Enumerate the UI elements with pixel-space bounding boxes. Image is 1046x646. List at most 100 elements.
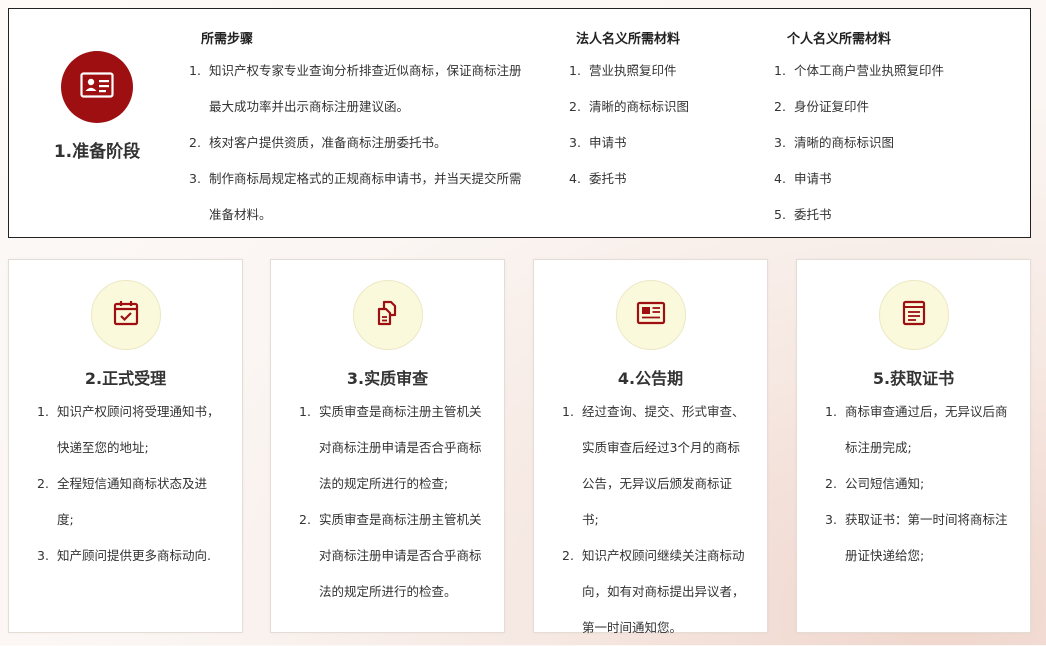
item-text: 知产顾问提供更多商标动向. — [57, 548, 211, 563]
item-text: 最大成功率并出示商标注册建议函。 — [209, 99, 410, 114]
prep-badge — [61, 51, 133, 123]
individual-materials-column: 个人名义所需材料 1. 个体工商户营业执照复印件 2. 身份证复印件 3. 清晰的商标… — [774, 28, 974, 233]
item-text: 实质审查是商标注册主管机关 — [319, 512, 482, 527]
item-text: 商标审查通过后，无异议后商 — [845, 404, 1008, 419]
item-text: 全程短信通知商标状态及进度; — [57, 476, 208, 527]
item-number: 2. — [569, 99, 581, 114]
corporate-materials-column: 法人名义所需材料 1. 营业执照复印件 2. 清晰的商标标识图 3. 申请书 4. 委托… — [569, 28, 739, 197]
prep-stage-title: 1.准备阶段 — [53, 142, 141, 162]
item-text: 第一时间通知您。 — [582, 620, 683, 635]
item-number: 1. — [569, 63, 581, 78]
item-text: 知识产权专家专业查询分析排查近似商标，保证商标注册 — [209, 63, 522, 78]
item-text: 实质审查是商标注册主管机关 — [319, 404, 482, 419]
item-number: 3. — [189, 171, 201, 186]
list-item: 1. 知识产权专家专业查询分析排查近似商标，保证商标注册 最大成功率并出示商标注… — [189, 53, 549, 125]
item-text: 委托书 — [794, 207, 832, 222]
steps-column: 所需步骤 1. 知识产权专家专业查询分析排查近似商标，保证商标注册 最大成功率并… — [189, 28, 549, 233]
list-item: 4. 申请书 — [774, 161, 974, 197]
item-number: 4. — [774, 171, 786, 186]
item-number: 3. — [825, 512, 837, 527]
list-item: 3. 制作商标局规定格式的正规商标申请书，并当天提交所需 准备材料。 — [189, 161, 549, 233]
item-text: 公司短信通知; — [845, 476, 925, 491]
item-text: 向，如有对商标提出异议者， — [582, 584, 745, 599]
item-number: 1. — [774, 63, 786, 78]
item-number: 2. — [189, 135, 201, 150]
card-icon-circle — [91, 280, 161, 350]
list-item: 2. 核对客户提供资质，准备商标注册委托书。 — [189, 125, 549, 161]
list-item: 3. 申请书 — [569, 125, 739, 161]
list-item: 2. 身份证复印件 — [774, 89, 974, 125]
item-number: 1. — [825, 404, 837, 419]
calendar-check-icon — [112, 299, 140, 331]
item-text: 申请书 — [589, 135, 627, 150]
list-item: 1. 个体工商户营业执照复印件 — [774, 53, 974, 89]
certificate-icon — [900, 299, 928, 331]
item-text: 册证快递给您; — [845, 548, 925, 563]
item-text: 申请书 — [794, 171, 832, 186]
list-item: 3. 清晰的商标标识图 — [774, 125, 974, 161]
card-acceptance: 2.正式受理 1. 知识产权顾问将受理通知书， 快递至您的地址; 2. 全程短信通知商… — [8, 259, 243, 633]
item-text: 获取证书：第一时间将商标注 — [845, 512, 1008, 527]
item-text: 委托书 — [589, 171, 627, 186]
item-text: 准备材料。 — [209, 207, 272, 222]
item-text: 标注册完成; — [845, 440, 912, 455]
card-title: 2.正式受理 — [84, 369, 167, 388]
card-icon-circle — [879, 280, 949, 350]
list-item: 3. 获取证书：第一时间将商标注 册证快递给您; — [825, 502, 1010, 574]
list-item: 1. 商标审查通过后，无异议后商 标注册完成; — [825, 394, 1010, 466]
item-text: 知识产权顾问将受理通知书， — [57, 404, 220, 419]
card-title: 5.获取证书 — [872, 369, 955, 388]
list-item: 2. 知识产权顾问继续关注商标动 向，如有对商标提出异议者， 第一时间通知您。 — [562, 538, 747, 646]
prep-panel: 1.准备阶段 所需步骤 1. 知识产权专家专业查询分析排查近似商标，保证商标注册… — [8, 8, 1031, 238]
item-number: 1. — [189, 63, 201, 78]
list-item: 5. 委托书 — [774, 197, 974, 233]
item-text: 清晰的商标标识图 — [794, 135, 895, 150]
individual-materials-title: 个人名义所需材料 — [787, 32, 892, 47]
item-text: 营业执照复印件 — [589, 63, 677, 78]
item-number: 2. — [299, 512, 311, 527]
item-number: 2. — [774, 99, 786, 114]
item-text: 知识产权顾问继续关注商标动 — [582, 548, 745, 563]
card-icon-circle — [616, 280, 686, 350]
item-number: 2. — [562, 548, 574, 563]
list-item: 2. 全程短信通知商标状态及进度; — [37, 466, 222, 538]
item-number: 2. — [37, 476, 49, 491]
item-number: 1. — [299, 404, 311, 419]
item-text: 公告，无异议后颁发商标证书; — [582, 476, 733, 527]
item-text: 对商标注册申请是否合乎商标 — [319, 440, 482, 455]
item-number: 1. — [37, 404, 49, 419]
card-publication-period: 4.公告期 1. 经过查询、提交、形式审查、 实质审查后经过3个月的商标公告，无异议… — [533, 259, 768, 635]
list-item: 2. 实质审查是商标注册主管机关 对商标注册申请是否合乎商标 法的规定所进行的检查。 — [299, 502, 484, 610]
item-number: 3. — [569, 135, 581, 150]
item-text: 实质审查后经过3个月的商标 — [582, 440, 740, 455]
card-icon-circle — [353, 280, 423, 350]
list-item: 3. 知产顾问提供更多商标动向. — [37, 538, 222, 574]
item-number: 4. — [569, 171, 581, 186]
card-obtain-certificate: 5.获取证书 1. 商标审查通过后，无异议后商 标注册完成; 2. 公司短信通知; 3… — [796, 259, 1031, 633]
item-number: 3. — [37, 548, 49, 563]
card-title: 4.公告期 — [617, 369, 684, 388]
id-card-icon — [80, 72, 114, 102]
item-text: 清晰的商标标识图 — [589, 99, 690, 114]
item-text: 身份证复印件 — [794, 99, 870, 114]
newspaper-icon — [636, 300, 666, 330]
item-text: 对商标注册申请是否合乎商标 — [319, 548, 482, 563]
list-item: 1. 经过查询、提交、形式审查、 实质审查后经过3个月的商标公告，无异议后颁发商标证… — [562, 394, 747, 538]
item-text: 法的规定所进行的检查; — [319, 476, 449, 491]
steps-title: 所需步骤 — [201, 32, 254, 47]
list-item: 1. 营业执照复印件 — [569, 53, 739, 89]
list-item: 4. 委托书 — [569, 161, 739, 197]
item-text: 个体工商户营业执照复印件 — [794, 63, 945, 78]
corporate-materials-title: 法人名义所需材料 — [576, 32, 681, 47]
item-number: 1. — [562, 404, 574, 419]
copy-documents-icon — [374, 299, 402, 331]
item-text: 快递至您的地址; — [57, 440, 149, 455]
item-number: 5. — [774, 207, 786, 222]
card-title: 3.实质审查 — [346, 369, 429, 388]
list-item: 1. 知识产权顾问将受理通知书， 快递至您的地址; — [37, 394, 222, 466]
list-item: 1. 实质审查是商标注册主管机关 对商标注册申请是否合乎商标 法的规定所进行的检查; — [299, 394, 484, 502]
item-text: 法的规定所进行的检查。 — [319, 584, 457, 599]
item-text: 经过查询、提交、形式审查、 — [582, 404, 745, 419]
list-item: 2. 清晰的商标标识图 — [569, 89, 739, 125]
card-substantive-review: 3.实质审查 1. 实质审查是商标注册主管机关 对商标注册申请是否合乎商标 法的规定所… — [270, 259, 505, 633]
